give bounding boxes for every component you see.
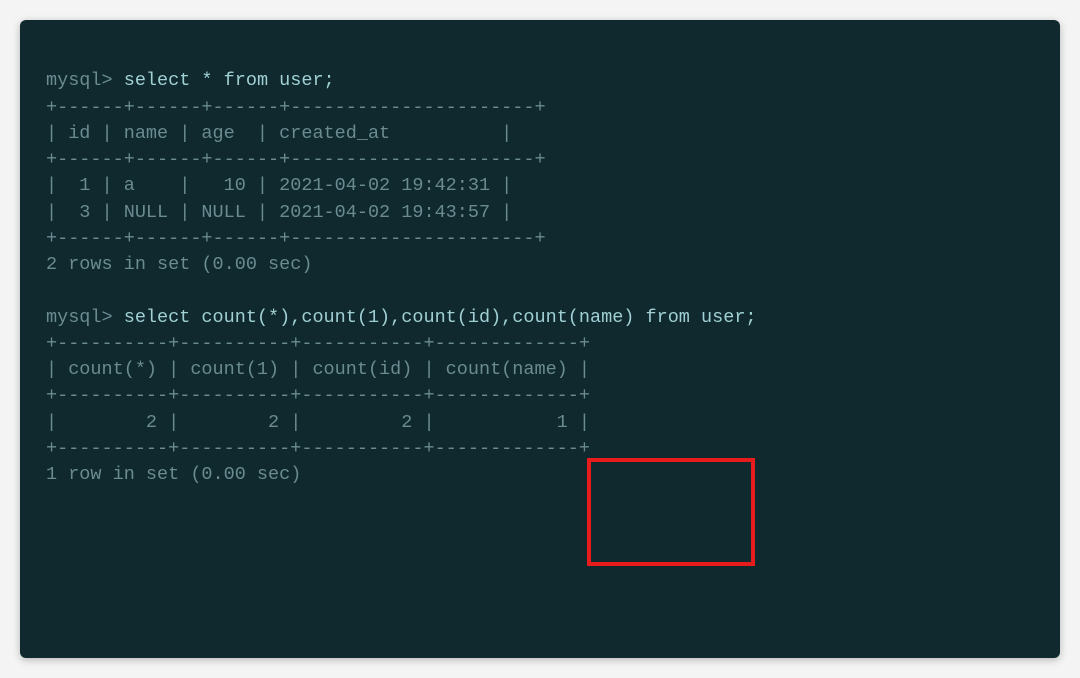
table1-border-bottom: +------+------+------+------------------… <box>46 228 546 249</box>
prompt-1: mysql> <box>46 70 124 91</box>
sql-query-1: select * from user; <box>124 70 335 91</box>
result-footer-2: 1 row in set (0.00 sec) <box>46 464 301 485</box>
result-footer-1: 2 rows in set (0.00 sec) <box>46 254 312 275</box>
table1-row-1: | 1 | a | 10 | 2021-04-02 19:42:31 | <box>46 175 512 196</box>
prompt-2: mysql> <box>46 307 124 328</box>
table2-border-mid: +----------+----------+-----------+-----… <box>46 385 590 406</box>
table2-header: | count(*) | count(1) | count(id) | coun… <box>46 359 590 380</box>
table1-border-top: +------+------+------+------------------… <box>46 97 546 118</box>
table2-border-bottom: +----------+----------+-----------+-----… <box>46 438 590 459</box>
sql-query-2: select count(*),count(1),count(id),count… <box>124 307 757 328</box>
table2-border-top: +----------+----------+-----------+-----… <box>46 333 590 354</box>
table1-row-2: | 3 | NULL | NULL | 2021-04-02 19:43:57 … <box>46 202 512 223</box>
table1-border-mid: +------+------+------+------------------… <box>46 149 546 170</box>
table1-header: | id | name | age | created_at | <box>46 123 512 144</box>
terminal-window: mysql> select * from user; +------+-----… <box>20 20 1060 658</box>
table2-row-1: | 2 | 2 | 2 | 1 | <box>46 412 590 433</box>
red-highlight-count-name <box>587 458 755 566</box>
